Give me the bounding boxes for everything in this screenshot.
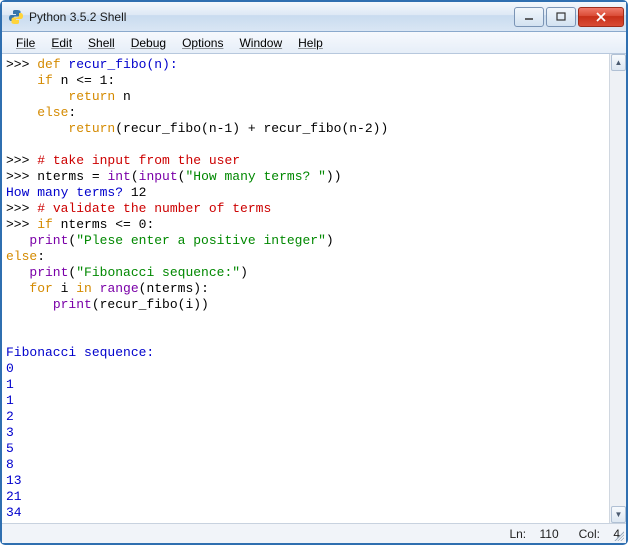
resize-grip[interactable] xyxy=(612,529,624,541)
menu-help[interactable]: Help xyxy=(290,34,331,52)
menu-options[interactable]: Options xyxy=(174,34,231,52)
close-button[interactable] xyxy=(578,7,624,27)
menubar: File Edit Shell Debug Options Window Hel… xyxy=(2,32,626,54)
vertical-scrollbar[interactable]: ▲ ▼ xyxy=(609,54,626,523)
menu-debug[interactable]: Debug xyxy=(123,34,174,52)
menu-file[interactable]: File xyxy=(8,34,43,52)
maximize-button[interactable] xyxy=(546,7,576,27)
titlebar[interactable]: Python 3.5.2 Shell xyxy=(2,2,626,32)
shell-editor[interactable]: >>> def recur_fibo(n): if n <= 1: return… xyxy=(2,54,609,523)
menu-window[interactable]: Window xyxy=(231,34,290,52)
window-title: Python 3.5.2 Shell xyxy=(29,10,512,24)
menu-shell[interactable]: Shell xyxy=(80,34,123,52)
minimize-button[interactable] xyxy=(514,7,544,27)
scroll-up-button[interactable]: ▲ xyxy=(611,54,626,71)
menu-edit[interactable]: Edit xyxy=(43,34,80,52)
scroll-down-button[interactable]: ▼ xyxy=(611,506,626,523)
python-icon xyxy=(8,9,24,25)
statusbar: Ln: 110 Col: 4 xyxy=(2,523,626,543)
line-label: Ln: 110 xyxy=(499,527,558,541)
